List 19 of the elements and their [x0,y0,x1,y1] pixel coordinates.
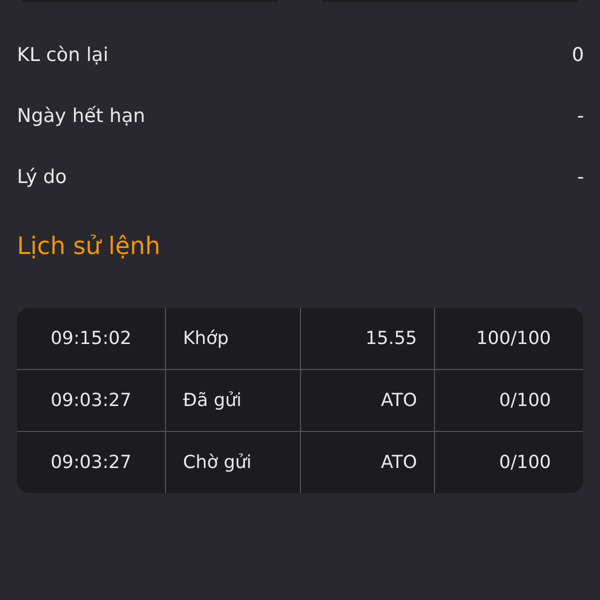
table-cell: Đã gửi [165,370,300,431]
detail-label: Ngày hết hạn [17,104,146,126]
detail-label: KL còn lại [17,44,108,66]
table-cell: 100/100 [434,308,583,369]
table-cell: Chờ gửi [165,432,300,493]
table-cell: 15.55 [300,308,434,369]
detail-value: - [577,104,584,126]
detail-value: 0 [572,44,584,66]
table-cell: ATO [300,432,434,493]
detail-label: Lý do [17,166,67,188]
detail-value: - [577,166,584,188]
table-cell: ATO [300,370,434,431]
table-cell-text: 09:03:27 [50,451,132,475]
table-cell: 0/100 [434,370,583,431]
table-cell: 0/100 [434,432,583,493]
table-cell-text: 09:15:02 [50,327,132,351]
section-title: Lịch sử lệnh [16,231,162,262]
table-cell: Khớp [165,308,300,369]
table-cell-text: 09:03:27 [50,389,132,413]
